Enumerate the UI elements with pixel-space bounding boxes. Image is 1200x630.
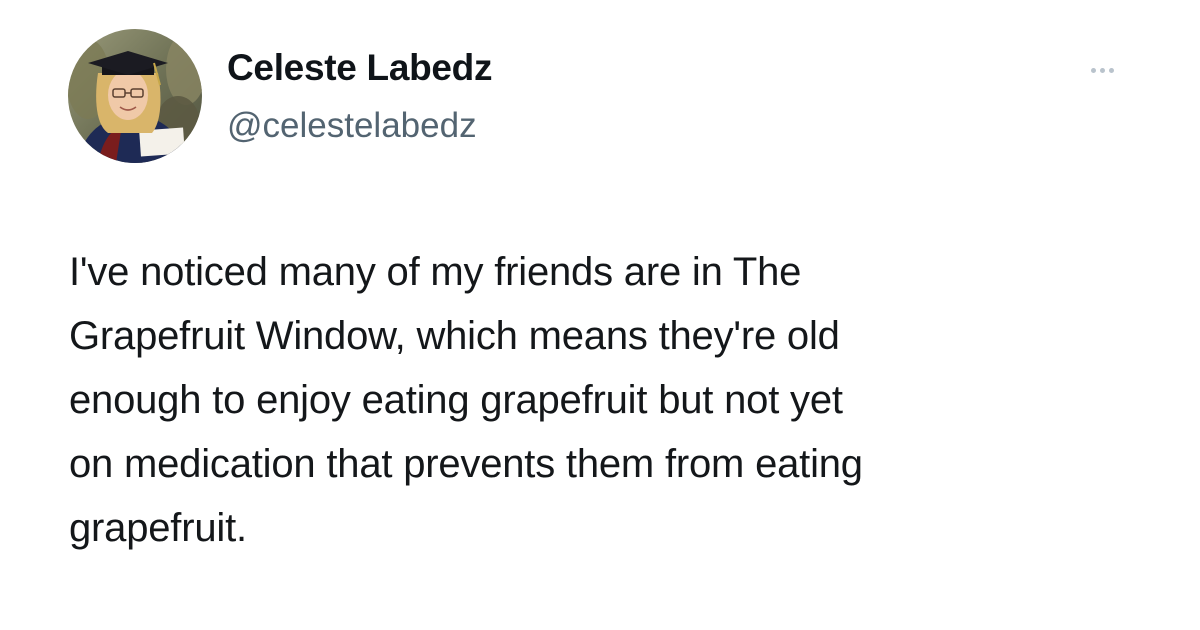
avatar[interactable]: [68, 29, 202, 163]
more-options-icon[interactable]: [1080, 58, 1124, 82]
tweet-card: Celeste Labedz @celestelabedz I've notic…: [0, 0, 1200, 630]
display-name[interactable]: Celeste Labedz: [227, 44, 492, 92]
tweet-text: I've noticed many of my friends are in T…: [69, 250, 863, 550]
more-options-dot: [1108, 67, 1114, 73]
user-handle[interactable]: @celestelabedz: [227, 103, 477, 149]
more-options-dot: [1090, 67, 1096, 73]
more-options-dot: [1099, 67, 1105, 73]
graduation-portrait-avatar-icon: [68, 29, 202, 163]
